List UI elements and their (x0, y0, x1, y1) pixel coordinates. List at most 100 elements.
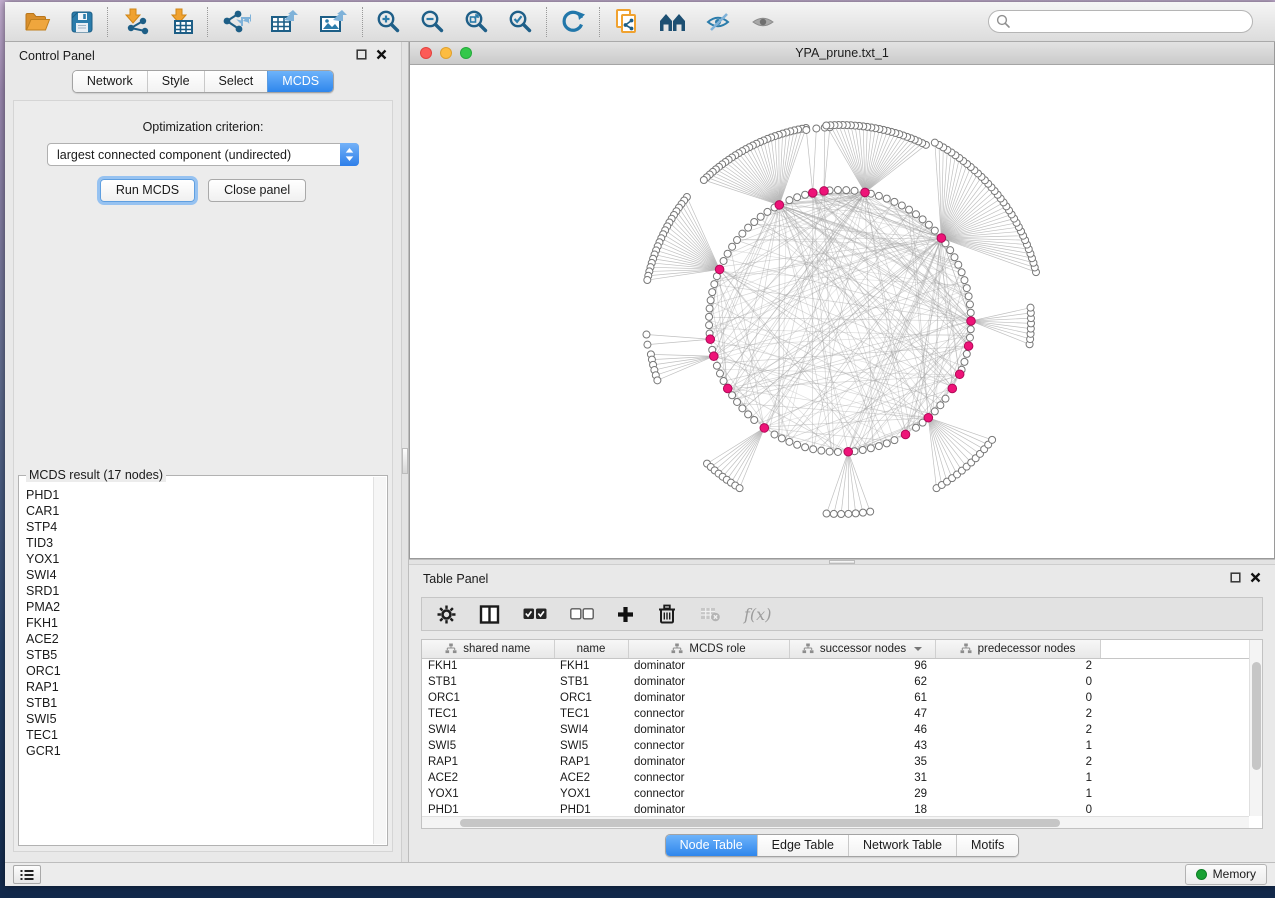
result-list-item[interactable]: PMA2 (26, 599, 372, 615)
show-columns-icon[interactable] (479, 605, 500, 624)
mcds-result-box: MCDS result (17 nodes) PHD1CAR1STP4TID3Y… (18, 475, 388, 846)
column-header-predecessor-nodes[interactable]: predecessor nodes (935, 640, 1100, 658)
result-list-item[interactable]: SWI5 (26, 711, 372, 727)
deselect-all-icon[interactable] (570, 608, 594, 620)
table-tab-network-table[interactable]: Network Table (848, 835, 956, 856)
apply-layout-icon[interactable] (560, 9, 586, 35)
mcds-result-list: PHD1CAR1STP4TID3YOX1SWI4SRD1PMA2FKH1ACE2… (21, 485, 372, 843)
table-tab-node-table[interactable]: Node Table (666, 835, 757, 856)
zoom-selected-icon[interactable] (508, 9, 533, 34)
select-all-icon[interactable] (523, 608, 547, 620)
result-list-item[interactable]: FKH1 (26, 615, 372, 631)
table-row[interactable]: TEC1TEC1connector472 (422, 706, 1249, 722)
column-header-shared-name[interactable]: shared name (422, 640, 554, 658)
save-session-icon[interactable] (70, 10, 94, 34)
criterion-dropdown[interactable]: largest connected component (undirected) (47, 143, 359, 166)
vertical-splitter[interactable] (401, 42, 409, 862)
table-toolbar: f(x) (421, 597, 1263, 631)
vertical-scroll-thumb[interactable] (1252, 662, 1261, 770)
table-row[interactable]: ACE2ACE2connector311 (422, 770, 1249, 786)
search-icon (996, 14, 1011, 32)
show-all-icon[interactable] (751, 10, 777, 34)
control-panel-tabs: NetworkStyleSelectMCDS (72, 70, 334, 93)
node-table: shared namenameMCDS rolesuccessor nodesp… (421, 639, 1263, 829)
run-mcds-button[interactable]: Run MCDS (100, 179, 195, 202)
hide-selected-icon[interactable] (706, 10, 732, 34)
import-table-icon[interactable] (168, 8, 194, 35)
zoom-out-icon[interactable] (420, 9, 445, 34)
status-menu-button[interactable] (13, 865, 41, 884)
close-panel-button[interactable]: Close panel (208, 179, 306, 202)
result-list-item[interactable]: TEC1 (26, 727, 372, 743)
result-list-item[interactable]: YOX1 (26, 551, 372, 567)
table-row[interactable]: SWI5SWI5connector431 (422, 738, 1249, 754)
column-header-mcds-role[interactable]: MCDS role (628, 640, 789, 658)
first-neighbors-icon[interactable] (659, 10, 687, 34)
open-session-icon[interactable] (24, 10, 51, 34)
table-row[interactable]: SWI4SWI4dominator462 (422, 722, 1249, 738)
tab-style[interactable]: Style (147, 71, 204, 92)
column-settings-icon[interactable] (437, 605, 456, 624)
window-minimize-icon[interactable] (440, 47, 452, 59)
tab-mcds[interactable]: MCDS (267, 71, 333, 92)
result-list-item[interactable]: ORC1 (26, 663, 372, 679)
function-builder-icon[interactable]: f(x) (744, 605, 771, 624)
import-network-icon[interactable] (121, 8, 149, 35)
criterion-dropdown-value: largest connected component (undirected) (57, 148, 291, 162)
result-list-item[interactable]: TID3 (26, 535, 372, 551)
result-list-item[interactable]: CAR1 (26, 503, 372, 519)
vertical-splitter-grip[interactable] (402, 448, 408, 474)
new-network-from-selection-icon[interactable] (613, 8, 640, 35)
horizontal-splitter-grip[interactable] (829, 560, 855, 564)
export-table-icon[interactable] (270, 9, 300, 35)
window-close-icon[interactable] (420, 47, 432, 59)
close-panel-icon[interactable] (376, 49, 387, 63)
table-body: FKH1FKH1dominator962STB1STB1dominator620… (422, 658, 1249, 818)
float-table-panel-icon[interactable] (1230, 572, 1241, 586)
close-table-panel-icon[interactable] (1250, 572, 1261, 586)
zoom-in-icon[interactable] (376, 9, 401, 34)
control-panel: Control Panel NetworkStyleSelectMCDS Opt… (5, 42, 401, 862)
result-scrollbar[interactable] (373, 477, 386, 844)
network-graph[interactable] (410, 65, 1274, 557)
export-network-icon[interactable] (221, 9, 251, 35)
horizontal-splitter[interactable] (409, 559, 1275, 565)
result-list-item[interactable]: STB5 (26, 647, 372, 663)
result-list-item[interactable]: PHD1 (26, 487, 372, 503)
result-list-item[interactable]: SWI4 (26, 567, 372, 583)
search-input[interactable] (988, 10, 1253, 33)
memory-button[interactable]: Memory (1185, 864, 1267, 885)
table-row[interactable]: RAP1RAP1dominator352 (422, 754, 1249, 770)
table-vertical-scrollbar[interactable] (1249, 640, 1262, 816)
column-header-successor-nodes[interactable]: successor nodes (789, 640, 935, 658)
table-row[interactable]: FKH1FKH1dominator962 (422, 658, 1249, 674)
network-window-titlebar[interactable]: YPA_prune.txt_1 (410, 42, 1274, 65)
network-canvas[interactable] (410, 65, 1274, 558)
delete-row-icon[interactable] (657, 604, 677, 624)
zoom-fit-icon[interactable] (464, 9, 489, 34)
table-horizontal-scrollbar[interactable] (422, 816, 1249, 828)
export-image-icon[interactable] (319, 9, 349, 35)
delete-table-icon[interactable] (700, 606, 721, 622)
window-maximize-icon[interactable] (460, 47, 472, 59)
result-list-item[interactable]: SRD1 (26, 583, 372, 599)
network-view-frame: YPA_prune.txt_1 (409, 42, 1275, 559)
table-row[interactable]: ORC1ORC1dominator610 (422, 690, 1249, 706)
table-tab-motifs[interactable]: Motifs (956, 835, 1018, 856)
tab-select[interactable]: Select (204, 71, 268, 92)
table-row[interactable]: YOX1YOX1connector291 (422, 786, 1249, 802)
result-list-item[interactable]: RAP1 (26, 679, 372, 695)
column-header-name[interactable]: name (554, 640, 628, 658)
result-list-item[interactable]: STP4 (26, 519, 372, 535)
result-list-item[interactable]: STB1 (26, 695, 372, 711)
add-row-icon[interactable] (617, 606, 634, 623)
float-panel-icon[interactable] (356, 49, 367, 63)
result-list-item[interactable]: GCR1 (26, 743, 372, 759)
table-row[interactable]: STB1STB1dominator620 (422, 674, 1249, 690)
result-list-item[interactable]: ACE2 (26, 631, 372, 647)
optimization-criterion-label: Optimization criterion: (143, 120, 264, 134)
horizontal-scroll-thumb[interactable] (460, 819, 1060, 827)
tab-network[interactable]: Network (73, 71, 147, 92)
network-window-title: YPA_prune.txt_1 (795, 46, 889, 60)
table-tab-edge-table[interactable]: Edge Table (757, 835, 848, 856)
